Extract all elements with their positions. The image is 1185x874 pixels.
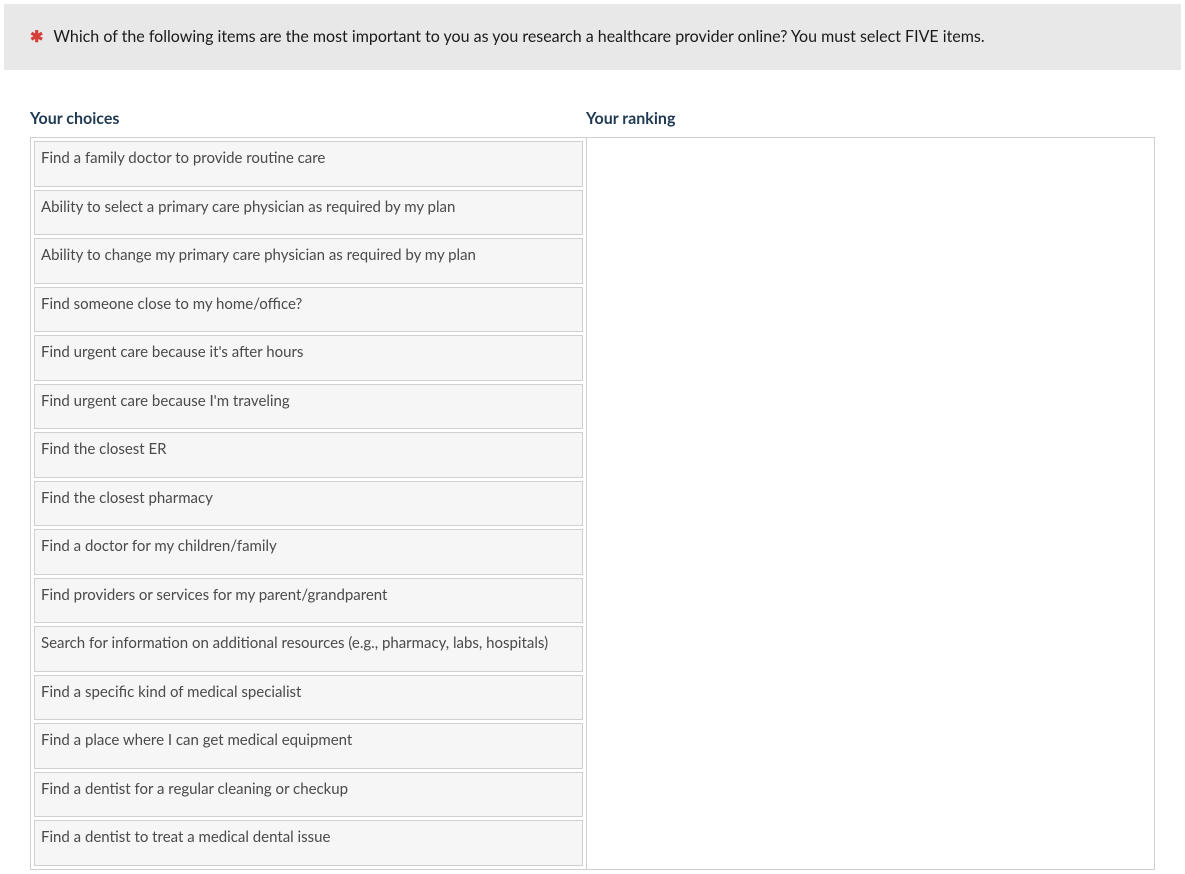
ranking-header: Your ranking xyxy=(586,109,1155,128)
ranking-column: Your ranking xyxy=(586,109,1155,870)
choices-column: Your choices Find a family doctor to pro… xyxy=(30,109,586,870)
choice-item[interactable]: Find urgent care because it's after hour… xyxy=(34,335,583,381)
choice-item[interactable]: Find a specific kind of medical speciali… xyxy=(34,675,583,721)
choice-item[interactable]: Find the closest ER xyxy=(34,432,583,478)
choices-header: Your choices xyxy=(30,109,586,128)
choice-item[interactable]: Find a doctor for my children/family xyxy=(34,529,583,575)
choices-container[interactable]: Find a family doctor to provide routine … xyxy=(30,137,586,870)
choice-item[interactable]: Search for information on additional res… xyxy=(34,626,583,672)
choice-item[interactable]: Find the closest pharmacy xyxy=(34,481,583,527)
ranking-widget: Your choices Find a family doctor to pro… xyxy=(4,70,1181,870)
choice-item[interactable]: Find a dentist to treat a medical dental… xyxy=(34,820,583,866)
required-asterisk-icon: ✱ xyxy=(30,26,43,48)
choice-item[interactable]: Ability to select a primary care physici… xyxy=(34,190,583,236)
choice-item[interactable]: Ability to change my primary care physic… xyxy=(34,238,583,284)
ranking-container[interactable] xyxy=(586,137,1155,870)
choice-item[interactable]: Find a family doctor to provide routine … xyxy=(34,141,583,187)
question-header: ✱ Which of the following items are the m… xyxy=(4,4,1181,70)
choice-item[interactable]: Find someone close to my home/office? xyxy=(34,287,583,333)
question-text: Which of the following items are the mos… xyxy=(53,26,984,48)
choice-item[interactable]: Find providers or services for my parent… xyxy=(34,578,583,624)
choice-item[interactable]: Find a place where I can get medical equ… xyxy=(34,723,583,769)
choice-item[interactable]: Find urgent care because I'm traveling xyxy=(34,384,583,430)
choice-item[interactable]: Find a dentist for a regular cleaning or… xyxy=(34,772,583,818)
